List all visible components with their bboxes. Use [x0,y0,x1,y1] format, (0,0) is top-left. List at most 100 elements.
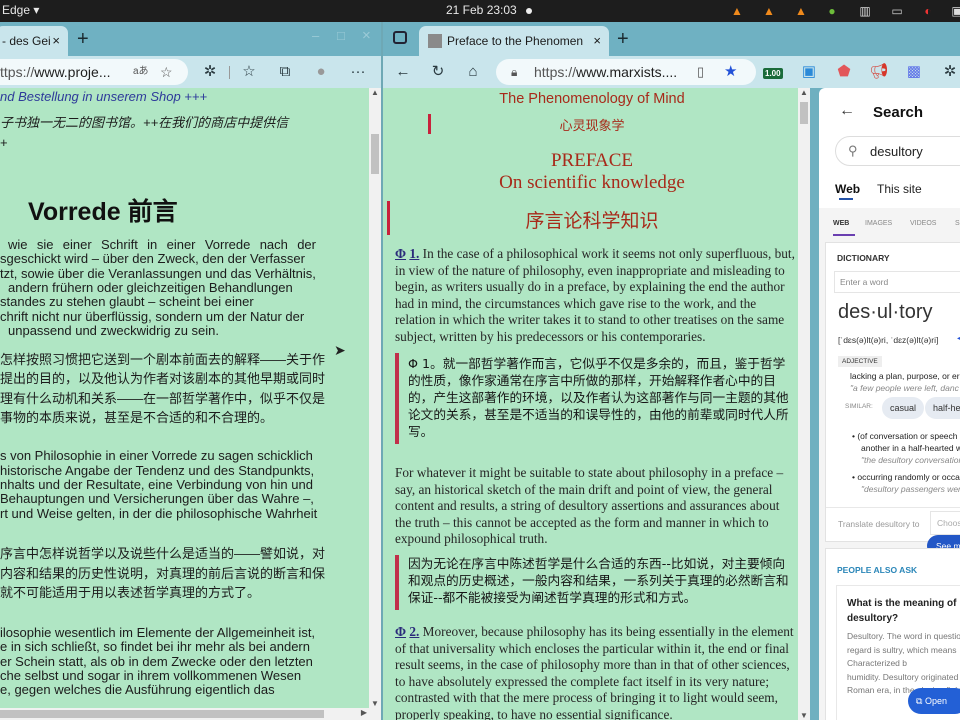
page-heading: Vorrede 前言 [28,198,178,226]
home-icon[interactable]: ⌂ [463,62,483,82]
wave-extension-icon[interactable]: ▩ [904,62,924,82]
profile-avatar-icon[interactable]: ● [311,62,331,82]
tab-close-icon[interactable]: × [52,26,60,56]
favorites-icon[interactable]: ☆ [239,62,259,82]
calendar-extension-icon[interactable]: ▣ [799,62,819,82]
paragraph-number-link[interactable]: 2. [409,624,419,639]
language-select[interactable]: Choos [930,511,960,535]
similar-chip[interactable]: half-heart [925,397,960,419]
network-icon[interactable]: ◐ [921,3,935,19]
close-window-button[interactable]: × [362,27,371,44]
tab-geist[interactable]: - des Gei × [0,26,68,56]
scroll-up-arrow[interactable]: ▲ [369,88,381,97]
shop-line-zh: 子书独一无二的图书馆。++在我们的商店中提供信 [0,115,289,130]
app-menu[interactable]: Edge ▾ [2,3,39,17]
scope-tab-this-site[interactable]: This site [877,182,922,196]
scroll-up-arrow[interactable]: ▲ [798,88,810,97]
clock[interactable]: 21 Feb 23:03 [446,3,517,17]
word-input[interactable]: Enter a word [834,271,960,293]
h-scroll-thumb[interactable] [0,710,324,718]
new-tab-button[interactable]: + [77,28,89,50]
favorite-add-icon[interactable]: ☆ [160,59,173,85]
tab-preface[interactable]: Preface to the Phenomen × [419,26,609,56]
dictionary-label: DICTIONARY [837,253,890,263]
megaphone-extension-icon[interactable]: 📢︎ [869,62,889,82]
active-tab-indicator [839,198,853,200]
result-tab-images[interactable]: IMAGES [865,220,892,227]
paragraph-anchor-link[interactable]: Φ [395,624,406,639]
more-menu-icon[interactable]: ··· [348,62,368,82]
address-bar[interactable]: ttps://www.proje... aあ ☆ [0,59,188,85]
back-icon[interactable]: ← [393,62,413,82]
scroll-down-arrow[interactable]: ▼ [798,711,810,720]
refresh-icon[interactable]: ↻ [428,62,448,82]
extension-badge[interactable]: 1.00 [763,68,783,79]
read-aloud-icon[interactable]: aあ [133,59,149,85]
preface-subtitle: On scientific knowledge [499,172,685,193]
back-icon[interactable]: ← [839,102,855,120]
tab-strip: Preface to the Phenomen × + [383,22,960,56]
similar-chip[interactable]: casual [882,397,925,419]
favicon [428,34,442,48]
right-browser-window: Preface to the Phenomen × + ← ↻ ⌂ 🔒︎ htt… [383,22,960,720]
open-external-icon: ⧉ [916,696,925,706]
part-of-speech: ADJECTIVE [838,356,882,367]
result-tab-videos[interactable]: VIDEOS [910,220,936,227]
vlc-icon[interactable]: ▲ [730,3,744,19]
scroll-thumb[interactable] [800,102,808,124]
update-icon[interactable]: ● [825,3,839,19]
minimize-button[interactable]: – [312,28,319,43]
result-tab-web[interactable]: WEB [833,220,849,227]
maximize-button[interactable]: □ [337,28,345,43]
example-2: "the desultory conversation [861,455,960,465]
vlc-icon[interactable]: ▲ [794,3,808,19]
vertical-scrollbar[interactable]: ▲ ▼ [369,88,381,708]
keyboard-icon[interactable]: ▭ [890,3,904,19]
mouse-cursor-icon: ➤ [334,342,346,358]
extensions-icon[interactable]: ✲ [940,62,960,82]
horizontal-scrollbar[interactable]: ▶ [0,708,381,720]
shop-link[interactable]: nd Bestellung in unserem Shop +++ [0,89,207,104]
definition-1: lacking a plan, purpose, or er [850,371,960,381]
search-input[interactable]: ⚲ desultory [835,136,960,166]
result-tab-more[interactable]: S [955,220,960,227]
paragraph-1b-zh: 因为无论在序言中陈述哲学是什么合适的东西--比如说，对主要倾向和观点的历史概述，… [395,555,797,610]
paa-question[interactable]: What is the meaning of desultory? [847,596,960,626]
vertical-scrollbar[interactable]: ▲ ▼ [798,88,810,720]
lock-icon: 🔒︎ [511,65,518,79]
definition-2-cont: another in a half-hearted w [861,443,960,453]
scroll-thumb[interactable] [371,134,379,174]
definition-2: • (of conversation or speech [852,431,958,441]
search-side-panel: ← Search ⚲ desultory Web This site WEB I… [819,88,960,720]
window-icon[interactable]: ▣ [950,3,960,19]
paragraph-anchor-link[interactable]: Φ [395,246,406,261]
scope-tab-web[interactable]: Web [835,182,860,196]
paragraph-1-zh: Φ 1。就一部哲学著作而言，它似乎不仅是多余的，而且，鉴于哲学的性质，像作家通常… [395,353,797,444]
vlc-icon[interactable]: ▲ [762,3,776,19]
paragraph-number-link[interactable]: 1. [409,246,419,261]
paa-label: PEOPLE ALSO ASK [837,565,918,575]
toolbar: ← ↻ ⌂ 🔒︎ https://www.marxists.... ▯ ★ 1.… [383,56,960,88]
page-content: The Phenomenology of Mind 心灵现象学 PREFACE … [383,88,801,720]
collections-icon[interactable]: ⧉ [275,62,295,82]
tab-title: - des Gei [2,34,51,48]
open-button[interactable]: ⧉ Open [908,688,960,714]
reader-icon[interactable]: ▥ [858,3,872,19]
shield-extension-icon[interactable]: ⬟ [834,62,854,82]
left-browser-window: - des Gei × + – □ × ttps://www.proje... … [0,22,381,720]
tab-close-icon[interactable]: × [593,26,601,56]
toolbar: ttps://www.proje... aあ ☆ ✲ ☆ ⧉ ● ··· [0,56,381,88]
tab-actions-icon[interactable] [393,31,407,44]
scroll-down-arrow[interactable]: ▼ [369,699,381,708]
extensions-icon[interactable]: ✲ [200,62,220,82]
definition-3: • occurring randomly or occa [852,472,960,482]
active-tab-indicator [833,234,855,236]
favorite-star-icon[interactable]: ★ [724,59,737,85]
system-topbar: Edge ▾ 21 Feb 23:03 ▲ ▲ ▲ ● ▥ ▭ ◐ ▣ [0,0,960,22]
scroll-right-arrow[interactable]: ▶ [361,708,367,717]
headword: des·ul·tory [838,301,933,323]
new-tab-button[interactable]: + [617,28,629,50]
example-3: "desultory passengers wer [861,484,960,494]
address-bar[interactable]: 🔒︎ https://www.marxists.... ▯ ★ [496,59,756,85]
reader-view-icon[interactable]: ▯ [697,59,704,85]
